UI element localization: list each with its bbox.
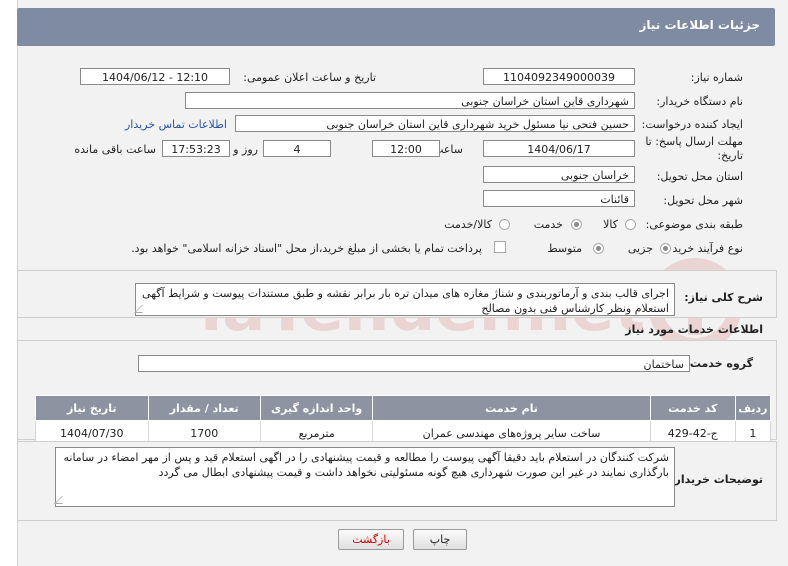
buyer-notes-label: توضیحات خریدار:	[670, 473, 763, 486]
treasury-checkbox[interactable]	[494, 241, 506, 253]
contact-info-link[interactable]: اطلاعات تماس خریدار	[125, 118, 227, 131]
days-label: روز و	[233, 143, 258, 156]
page-title: جزئیات اطلاعات نیاز	[639, 18, 760, 32]
print-button[interactable]: چاپ	[413, 529, 467, 550]
need-number-field: 1104092349000039	[483, 68, 635, 85]
back-button[interactable]: بازگشت	[338, 529, 404, 550]
category-goods-service-label: کالا/خدمت	[444, 218, 492, 231]
remaining-time-field: 17:53:23	[162, 140, 230, 157]
category-goods-label: کالا	[603, 218, 618, 231]
buyer-org-field: شهرداری قاین استان خراسان جنوبی	[185, 92, 635, 109]
city-field: قائنات	[483, 190, 635, 207]
process-minor-radio[interactable]	[660, 243, 671, 254]
remaining-label: ساعت باقی مانده	[74, 143, 156, 156]
creator-label: ایجاد کننده درخواست:	[641, 118, 743, 131]
province-field: خراسان جنوبی	[483, 166, 635, 183]
deadline-time-field: 12:00	[372, 140, 440, 157]
category-goods-radio[interactable]	[625, 219, 636, 230]
col-service-code: کد خدمت	[649, 395, 736, 421]
process-label: نوع فرآیند خرید :	[665, 242, 743, 255]
description-label: شرح کلی نیاز:	[684, 291, 763, 304]
category-goods-service-radio[interactable]	[499, 219, 510, 230]
process-minor-label: جزیی	[627, 242, 653, 255]
announce-label: تاریخ و ساعت اعلان عمومی:	[243, 71, 376, 84]
province-label: استان محل تحویل:	[656, 170, 743, 183]
days-field: 4	[263, 140, 331, 157]
col-need-date: تاریخ نیاز	[35, 395, 149, 421]
service-group-field: ساختمان	[138, 355, 690, 372]
col-unit: واحد اندازه گیری	[259, 395, 374, 421]
category-label: طبقه بندی موضوعی:	[645, 218, 743, 231]
services-table: ردیف کد خدمت نام خدمت واحد اندازه گیری ت…	[35, 395, 772, 446]
services-section-title: اطلاعات خدمات مورد نیاز	[625, 323, 763, 336]
city-label: شهر محل تحویل:	[663, 194, 743, 207]
deadline-label: مهلت ارسال پاسخ: تا تاریخ:	[645, 135, 743, 162]
table-header-row: ردیف کد خدمت نام خدمت واحد اندازه گیری ت…	[35, 395, 772, 421]
buyer-notes-text: شرکت کنندگان در استعلام باید دقیقا آگهی …	[54, 447, 675, 507]
need-number-label: شماره نیاز:	[690, 71, 743, 84]
service-group-label: گروه خدمت:	[685, 357, 753, 370]
col-row-number: ردیف	[734, 395, 772, 421]
deadline-date-field: 1404/06/17	[483, 140, 635, 157]
buyer-org-label: نام دستگاه خریدار:	[656, 95, 743, 108]
announce-field: 1404/06/12 - 12:10	[80, 68, 230, 85]
col-quantity: تعداد / مقدار	[147, 395, 261, 421]
process-medium-radio[interactable]	[593, 243, 604, 254]
process-medium-label: متوسط	[547, 242, 582, 255]
category-service-radio[interactable]	[571, 219, 582, 230]
col-service-name: نام خدمت	[372, 395, 651, 421]
description-text: اجرای قالب بندی و آرماتوربندی و شناژ مغا…	[134, 283, 675, 316]
payment-note: پرداخت تمام یا بخشی از مبلغ خرید،از محل …	[131, 242, 482, 255]
page-header: جزئیات اطلاعات نیاز	[17, 8, 775, 46]
creator-field: حسین فتحی نیا مسئول خرید شهرداری قاین اس…	[235, 115, 635, 132]
resize-handle[interactable]	[54, 496, 70, 504]
resize-handle[interactable]	[134, 305, 150, 313]
category-service-label: خدمت	[533, 218, 563, 231]
